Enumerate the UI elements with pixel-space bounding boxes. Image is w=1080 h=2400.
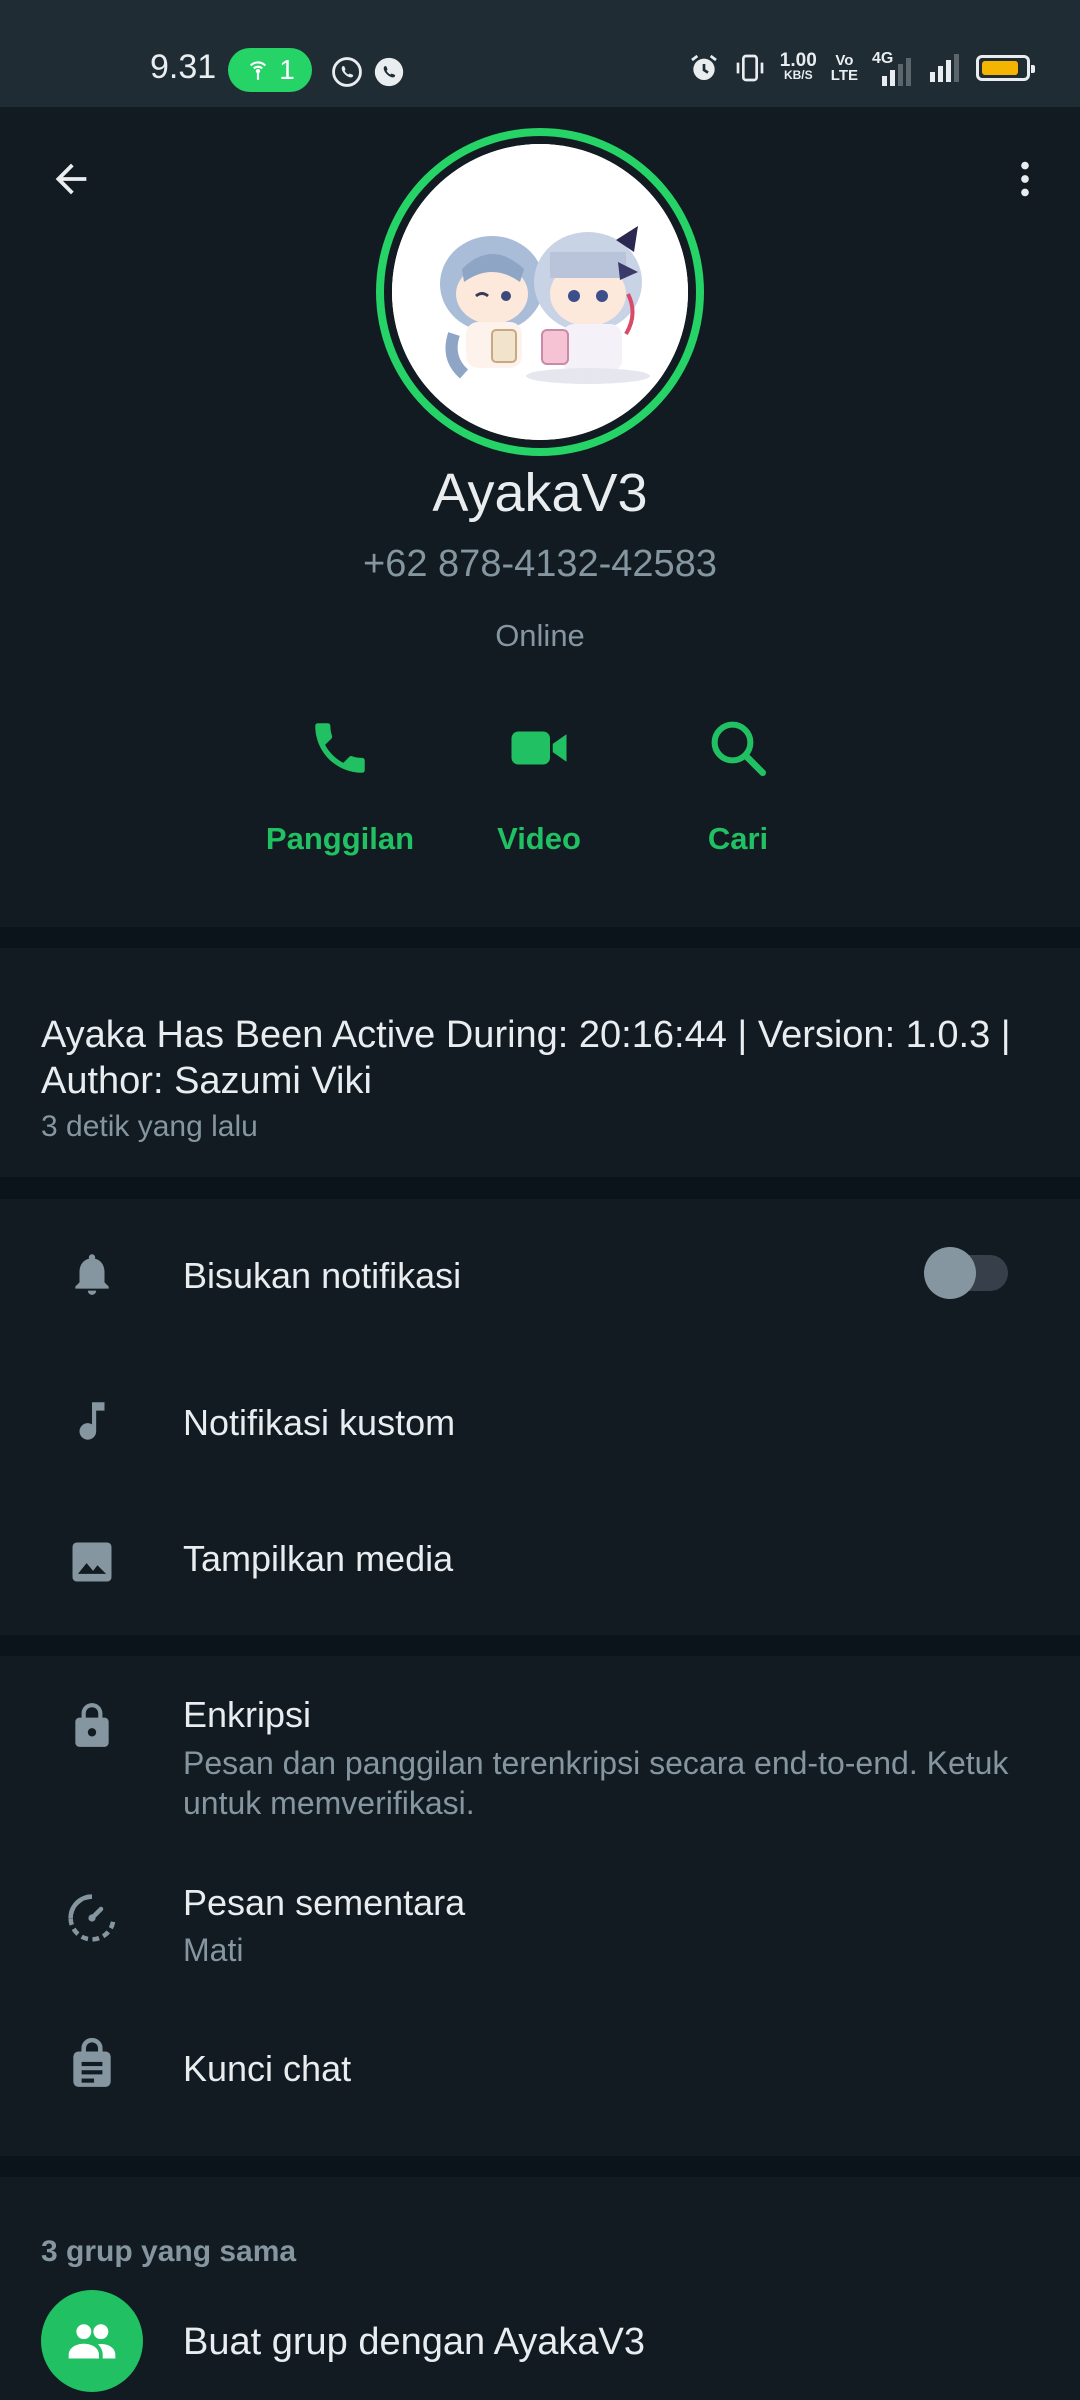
volte-top: Vo bbox=[835, 52, 854, 69]
contact-phone: +62 878-4132-42583 bbox=[363, 543, 717, 585]
signal-4g: 4G bbox=[872, 50, 914, 86]
encryption-row[interactable]: Enkripsi Pesan dan panggilan terenkripsi… bbox=[0, 1656, 1080, 1846]
alarm-icon bbox=[690, 54, 717, 80]
timer-icon bbox=[62, 1888, 122, 1948]
image-icon bbox=[62, 1532, 122, 1592]
net-speed: 1.00 KB/S bbox=[779, 50, 817, 83]
presence-status: Online bbox=[495, 618, 585, 653]
mute-notifications-label: Bisukan notifikasi bbox=[183, 1255, 462, 1296]
group-icon bbox=[68, 2324, 116, 2359]
video-icon bbox=[511, 731, 567, 765]
status-time: 9.31 bbox=[150, 48, 217, 86]
chat-lock-row[interactable]: Kunci chat bbox=[0, 1996, 1080, 2136]
contact-name: AyakaV3 bbox=[432, 463, 648, 523]
avatar-chibi-image bbox=[392, 144, 688, 440]
create-group-row[interactable]: Buat grup dengan AyakaV3 bbox=[0, 2177, 1080, 2400]
music-note-icon bbox=[62, 1391, 122, 1451]
mute-notifications-row[interactable]: Bisukan notifikasi bbox=[0, 1199, 1080, 1349]
back-button[interactable] bbox=[36, 144, 106, 214]
disappearing-messages-row[interactable]: Pesan sementara Mati bbox=[0, 1846, 1080, 1996]
search-icon bbox=[711, 721, 767, 777]
search-button[interactable]: Cari bbox=[638, 715, 838, 857]
net-speed-value: 1.00 bbox=[779, 50, 817, 71]
custom-notifications-row[interactable]: Notifikasi kustom bbox=[0, 1349, 1080, 1492]
more-vert-icon bbox=[1021, 161, 1029, 197]
chat-lock-label: Kunci chat bbox=[183, 2048, 352, 2089]
mute-toggle[interactable] bbox=[924, 1247, 1010, 1299]
status-bar: 9.31 1 1.00 KB/S Vo LTE 4G bbox=[0, 0, 1080, 107]
avatar-gap bbox=[384, 136, 696, 448]
hotspot-icon bbox=[250, 61, 267, 80]
phone-icon bbox=[315, 723, 365, 773]
status-right: 1.00 KB/S Vo LTE 4G bbox=[688, 50, 1035, 86]
encryption-description: Pesan dan panggilan terenkripsi secara e… bbox=[183, 1745, 1009, 1821]
lock-icon bbox=[62, 1696, 122, 1756]
create-group-avatar bbox=[41, 2290, 143, 2392]
notification-settings-section: Bisukan notifikasi Notifikasi kustom Tam… bbox=[0, 1199, 1080, 1635]
hotspot-count: 1 bbox=[279, 54, 295, 85]
common-groups-section: 3 grup yang sama Buat grup dengan AyakaV… bbox=[0, 2177, 1080, 2400]
signal-bars-icon bbox=[882, 58, 911, 86]
more-options-button[interactable] bbox=[990, 144, 1060, 214]
mute-toggle-knob bbox=[924, 1247, 976, 1299]
avatar-status-ring[interactable] bbox=[376, 128, 704, 456]
video-call-button[interactable]: Video bbox=[439, 715, 639, 857]
encryption-label: Enkripsi bbox=[183, 1694, 312, 1735]
back-arrow-icon bbox=[55, 163, 87, 195]
disappearing-messages-status: Mati bbox=[183, 1932, 244, 1968]
call-label: Panggilan bbox=[265, 821, 415, 856]
battery-fill bbox=[982, 61, 1018, 75]
media-visibility-row[interactable]: Tampilkan media bbox=[0, 1492, 1080, 1635]
volte-indicator: Vo LTE bbox=[831, 53, 858, 83]
battery-icon bbox=[976, 55, 1035, 81]
about-text: Ayaka Has Been Active During: 20:16:44 |… bbox=[41, 1014, 1011, 1102]
video-label: Video bbox=[497, 821, 581, 856]
whatsapp-notification-icon bbox=[332, 57, 362, 87]
create-group-label: Buat grup dengan AyakaV3 bbox=[183, 2321, 646, 2363]
hotspot-badge: 1 bbox=[228, 48, 312, 92]
avatar[interactable] bbox=[392, 144, 688, 440]
custom-notifications-label: Notifikasi kustom bbox=[183, 1402, 456, 1443]
about-timestamp: 3 detik yang lalu bbox=[41, 1110, 258, 1143]
vibrate-icon bbox=[736, 54, 764, 82]
about-section[interactable]: Ayaka Has Been Active During: 20:16:44 |… bbox=[0, 948, 1080, 1177]
signal-bars-sim2-icon bbox=[930, 54, 959, 82]
call-button[interactable]: Panggilan bbox=[240, 715, 440, 857]
disappearing-messages-label: Pesan sementara bbox=[183, 1882, 466, 1923]
whatsapp-business-notification-icon bbox=[374, 57, 404, 87]
media-visibility-label: Tampilkan media bbox=[183, 1538, 454, 1579]
search-label: Cari bbox=[707, 821, 769, 856]
bell-icon bbox=[62, 1244, 122, 1304]
volte-bottom: LTE bbox=[830, 67, 858, 84]
privacy-section: Enkripsi Pesan dan panggilan terenkripsi… bbox=[0, 1656, 1080, 2156]
chat-lock-icon bbox=[62, 2034, 122, 2094]
net-speed-unit: KB/S bbox=[783, 68, 813, 82]
